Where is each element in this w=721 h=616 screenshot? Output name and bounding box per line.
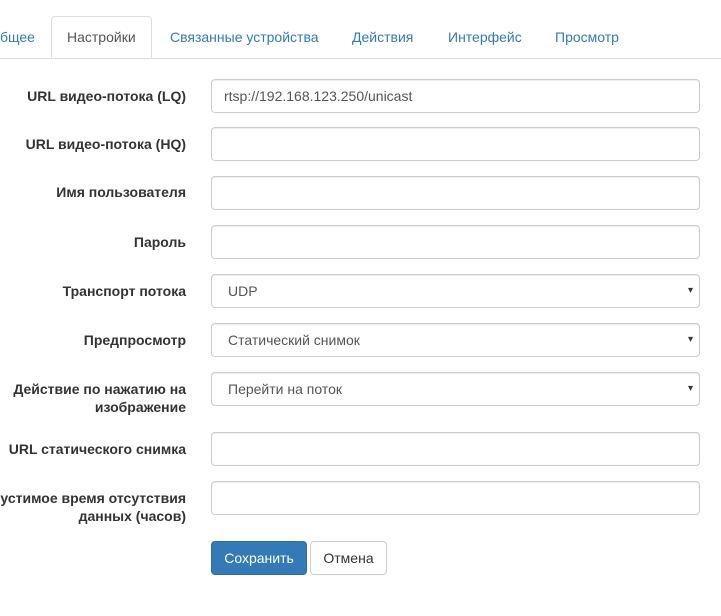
click-action-label-line2: изображение	[94, 399, 186, 415]
click-action-label-line1: Действие по нажатию на	[13, 381, 186, 397]
stream-url-hq-label: URL видео-потока (HQ)	[25, 136, 186, 152]
username-input[interactable]	[211, 176, 700, 210]
chevron-down-icon: ▾	[687, 285, 693, 296]
stream-transport-value: UDP	[228, 283, 258, 299]
stream-url-hq-input[interactable]	[211, 127, 700, 161]
preview-value: Статический снимок	[228, 332, 360, 348]
snapshot-url-input[interactable]	[211, 432, 700, 466]
data-timeout-label-line1: устимое время отсутствия	[0, 490, 186, 506]
password-input[interactable]	[211, 225, 700, 259]
tab-bar: бщее Настройки Связанные устройства Дейс…	[0, 16, 721, 59]
tab-general[interactable]: бщее	[0, 16, 35, 58]
tab-interface[interactable]: Интерфейс	[448, 16, 522, 58]
snapshot-url-label: URL статического снимка	[8, 441, 186, 457]
preview-select[interactable]: Статический снимок ▾	[211, 323, 700, 357]
cancel-button[interactable]: Отмена	[310, 541, 387, 575]
password-label: Пароль	[133, 234, 186, 250]
click-action-value: Перейти на поток	[228, 381, 342, 397]
stream-url-lq-input[interactable]	[211, 79, 700, 113]
stream-transport-select[interactable]: UDP ▾	[211, 274, 700, 308]
save-button[interactable]: Сохранить	[211, 541, 307, 575]
username-label: Имя пользователя	[56, 184, 186, 200]
click-action-label: Действие по нажатию на изображение	[0, 380, 186, 416]
chevron-down-icon: ▾	[687, 334, 693, 345]
chevron-down-icon: ▾	[687, 383, 693, 394]
click-action-select[interactable]: Перейти на поток ▾	[211, 372, 700, 406]
data-timeout-input[interactable]	[211, 481, 700, 515]
preview-label: Предпросмотр	[83, 332, 186, 348]
tab-view[interactable]: Просмотр	[555, 16, 619, 58]
data-timeout-label-line2: данных (часов)	[78, 508, 186, 524]
settings-page: бщее Настройки Связанные устройства Дейс…	[0, 0, 721, 616]
tab-actions[interactable]: Действия	[352, 16, 413, 58]
data-timeout-label: устимое время отсутствия данных (часов)	[0, 489, 186, 525]
stream-transport-label: Транспорт потока	[62, 283, 186, 299]
tab-settings[interactable]: Настройки	[51, 16, 152, 58]
tab-linked-devices[interactable]: Связанные устройства	[170, 16, 319, 58]
stream-url-lq-label: URL видео-потока (LQ)	[27, 88, 186, 104]
